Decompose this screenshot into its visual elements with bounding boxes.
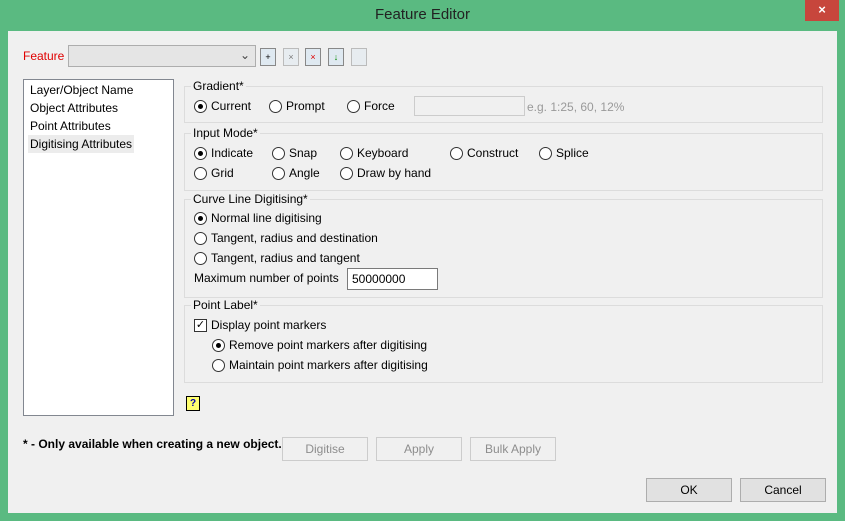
ok-button[interactable]: OK [646,478,732,502]
max-points-label: Maximum number of points [194,271,339,285]
help-icon[interactable]: ? [186,396,200,411]
copy-feature-icon[interactable] [351,48,367,66]
nav-item-layer[interactable]: Layer/Object Name [30,83,133,97]
footnote: * - Only available when creating a new o… [23,437,282,451]
display-markers-checkbox[interactable]: ✓ Display point markers [194,318,326,332]
delete-all-features-icon[interactable]: × [305,48,321,66]
radio-label: Draw by hand [357,166,432,180]
radio-grid[interactable]: Grid [194,166,234,180]
chevron-down-icon: ⌄ [239,48,250,62]
radio-angle[interactable]: Angle [272,166,320,180]
radio-label: Force [364,99,395,113]
check-icon: ✓ [194,318,207,332]
checkbox-label: Display point markers [211,318,327,332]
radio-label: Prompt [286,99,325,113]
delete-feature-icon[interactable]: × [283,48,299,66]
radio-keyboard[interactable]: Keyboard [340,146,408,160]
point-label-title: Point Label* [193,298,258,312]
radio-tangent-destination[interactable]: Tangent, radius and destination [194,231,378,245]
cancel-button[interactable]: Cancel [740,478,826,502]
radio-label: Keyboard [357,146,409,160]
radio-draw-by-hand[interactable]: Draw by hand [340,166,431,180]
radio-force[interactable]: Force [347,99,395,113]
close-button[interactable]: × [805,0,839,21]
radio-indicate[interactable]: Indicate [194,146,253,160]
radio-label: Remove point markers after digitising [229,338,428,352]
radio-prompt[interactable]: Prompt [269,99,325,113]
nav-item-point-attributes[interactable]: Point Attributes [30,119,111,133]
radio-label: Grid [211,166,234,180]
radio-remove-markers[interactable]: Remove point markers after digitising [212,338,427,352]
feature-combo[interactable]: ⌄ [68,45,256,67]
apply-button[interactable]: Apply [376,437,462,461]
gradient-input[interactable] [414,96,525,116]
feature-label: Feature [23,49,65,63]
radio-label: Normal line digitising [211,211,322,225]
nav-item-object-attributes[interactable]: Object Attributes [30,101,118,115]
gradient-hint: e.g. 1:25, 60, 12% [527,100,625,114]
input-mode-title: Input Mode* [193,126,258,140]
radio-label: Tangent, radius and tangent [211,251,360,265]
nav-item-digitising-attributes[interactable]: Digitising Attributes [28,135,135,153]
radio-label: Current [211,99,252,113]
radio-label: Construct [467,146,519,160]
radio-label: Maintain point markers after digitising [229,358,428,372]
radio-tangent-tangent[interactable]: Tangent, radius and tangent [194,251,360,265]
radio-maintain-markers[interactable]: Maintain point markers after digitising [212,358,428,372]
radio-snap[interactable]: Snap [272,146,317,160]
radio-label: Snap [289,146,318,160]
radio-normal-line[interactable]: Normal line digitising [194,211,322,225]
gradient-title: Gradient* [193,79,244,93]
digitise-button[interactable]: Digitise [282,437,368,461]
radio-label: Indicate [211,146,254,160]
bulk-apply-button[interactable]: Bulk Apply [470,437,556,461]
curve-title: Curve Line Digitising* [193,192,308,206]
radio-label: Tangent, radius and destination [211,231,378,245]
radio-label: Splice [556,146,589,160]
max-points-input[interactable]: 50000000 [347,268,438,290]
import-feature-icon[interactable]: ↓ [328,48,344,66]
radio-splice[interactable]: Splice [539,146,589,160]
nav-list: Layer/Object Name Object Attributes Poin… [23,79,174,416]
new-feature-icon[interactable]: + [260,48,276,66]
window-title: Feature Editor [374,6,471,23]
radio-current[interactable]: Current [194,99,251,113]
radio-construct[interactable]: Construct [450,146,518,160]
radio-label: Angle [289,166,320,180]
